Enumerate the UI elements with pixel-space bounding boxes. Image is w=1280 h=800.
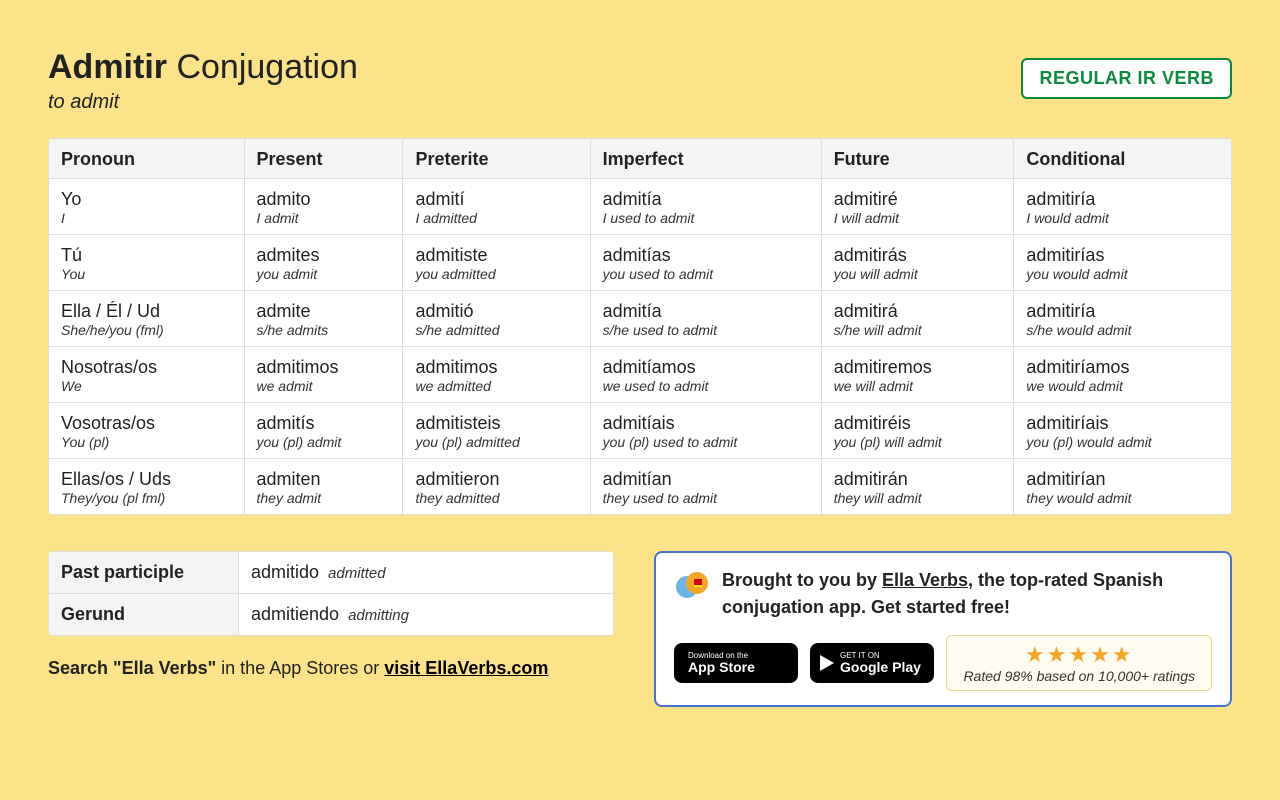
conjugation-cell: admitíaI used to admit — [590, 179, 821, 235]
conjugation-cell: admitirásyou will admit — [821, 235, 1014, 291]
participle-row: Past participleadmitido admitted — [49, 552, 614, 594]
star-icons: ★★★★★ — [963, 642, 1195, 668]
page-title: Admitir Conjugation — [48, 48, 358, 87]
pronoun-cell: Vosotras/osYou (pl) — [49, 403, 245, 459]
participle-row: Gerundadmitiendo admitting — [49, 594, 614, 636]
table-row: Ella / Él / UdShe/he/you (fml)admites/he… — [49, 291, 1232, 347]
participle-value: admitido admitted — [239, 552, 614, 594]
conjugation-cell: admitiríaI would admit — [1014, 179, 1232, 235]
google-play-button[interactable]: GET IT ON Google Play — [810, 643, 934, 683]
conjugation-cell: admitirás/he will admit — [821, 291, 1014, 347]
title-suffix: Conjugation — [176, 48, 357, 86]
participle-table: Past participleadmitido admittedGerundad… — [48, 551, 614, 636]
rating-box: ★★★★★ Rated 98% based on 10,000+ ratings — [946, 635, 1212, 691]
visit-link[interactable]: visit EllaVerbs.com — [384, 658, 548, 678]
participle-label: Gerund — [49, 594, 239, 636]
conjugation-cell: admitiréI will admit — [821, 179, 1014, 235]
conjugation-cell: admitiós/he admitted — [403, 291, 590, 347]
conjugation-cell: admitirías/he would admit — [1014, 291, 1232, 347]
ella-verbs-link[interactable]: Ella Verbs — [882, 570, 968, 590]
conjugation-cell: admites/he admits — [244, 291, 403, 347]
table-row: Vosotras/osYou (pl)admitísyou (pl) admit… — [49, 403, 1232, 459]
pronoun-cell: Ellas/os / UdsThey/you (pl fml) — [49, 459, 245, 515]
pronoun-cell: YoI — [49, 179, 245, 235]
conjugation-cell: admitesyou admit — [244, 235, 403, 291]
conjugation-cell: admitiríanthey would admit — [1014, 459, 1232, 515]
pronoun-cell: Ella / Él / UdShe/he/you (fml) — [49, 291, 245, 347]
conjugation-cell: admitíamoswe used to admit — [590, 347, 821, 403]
pronoun-cell: Nosotras/osWe — [49, 347, 245, 403]
column-header: Conditional — [1014, 139, 1232, 179]
conjugation-cell: admitiránthey will admit — [821, 459, 1014, 515]
column-header: Present — [244, 139, 403, 179]
title-translation: to admit — [48, 91, 358, 114]
conjugation-cell: admitías/he used to admit — [590, 291, 821, 347]
table-row: YoIadmitoI admitadmitíI admittedadmitíaI… — [49, 179, 1232, 235]
conjugation-cell: admitíI admitted — [403, 179, 590, 235]
pronoun-cell: TúYou — [49, 235, 245, 291]
table-row: Nosotras/osWeadmitimoswe admitadmitimosw… — [49, 347, 1232, 403]
conjugation-cell: admitisteisyou (pl) admitted — [403, 403, 590, 459]
participle-value: admitiendo admitting — [239, 594, 614, 636]
table-row: Ellas/os / UdsThey/you (pl fml)admitenth… — [49, 459, 1232, 515]
conjugation-cell: admitiríamoswe would admit — [1014, 347, 1232, 403]
app-store-button[interactable]: Download on the App Store — [674, 643, 798, 683]
conjugation-cell: admitíasyou used to admit — [590, 235, 821, 291]
column-header: Future — [821, 139, 1014, 179]
conjugation-table: PronounPresentPreteriteImperfectFutureCo… — [48, 138, 1232, 515]
title-verb: Admitir — [48, 48, 167, 86]
google-play-icon — [820, 655, 834, 671]
conjugation-cell: admitieronthey admitted — [403, 459, 590, 515]
conjugation-cell: admitisteyou admitted — [403, 235, 590, 291]
conjugation-cell: admitimoswe admitted — [403, 347, 590, 403]
conjugation-cell: admitiríaisyou (pl) would admit — [1014, 403, 1232, 459]
conjugation-cell: admitiréisyou (pl) will admit — [821, 403, 1014, 459]
search-instruction: Search "Ella Verbs" in the App Stores or… — [48, 658, 614, 679]
conjugation-cell: admitenthey admit — [244, 459, 403, 515]
participle-label: Past participle — [49, 552, 239, 594]
column-header: Pronoun — [49, 139, 245, 179]
conjugation-cell: admitíaisyou (pl) used to admit — [590, 403, 821, 459]
conjugation-cell: admitísyou (pl) admit — [244, 403, 403, 459]
column-header: Preterite — [403, 139, 590, 179]
column-header: Imperfect — [590, 139, 821, 179]
conjugation-cell: admitiríasyou would admit — [1014, 235, 1232, 291]
conjugation-cell: admitoI admit — [244, 179, 403, 235]
promo-box: Brought to you by Ella Verbs, the top-ra… — [654, 551, 1232, 707]
conjugation-cell: admitimoswe admit — [244, 347, 403, 403]
conjugation-cell: admitíanthey used to admit — [590, 459, 821, 515]
promo-text: Brought to you by Ella Verbs, the top-ra… — [722, 567, 1212, 621]
verb-type-badge: REGULAR IR VERB — [1021, 58, 1232, 99]
app-logo-icon — [674, 567, 710, 603]
table-row: TúYouadmitesyou admitadmitisteyou admitt… — [49, 235, 1232, 291]
conjugation-cell: admitiremoswe will admit — [821, 347, 1014, 403]
